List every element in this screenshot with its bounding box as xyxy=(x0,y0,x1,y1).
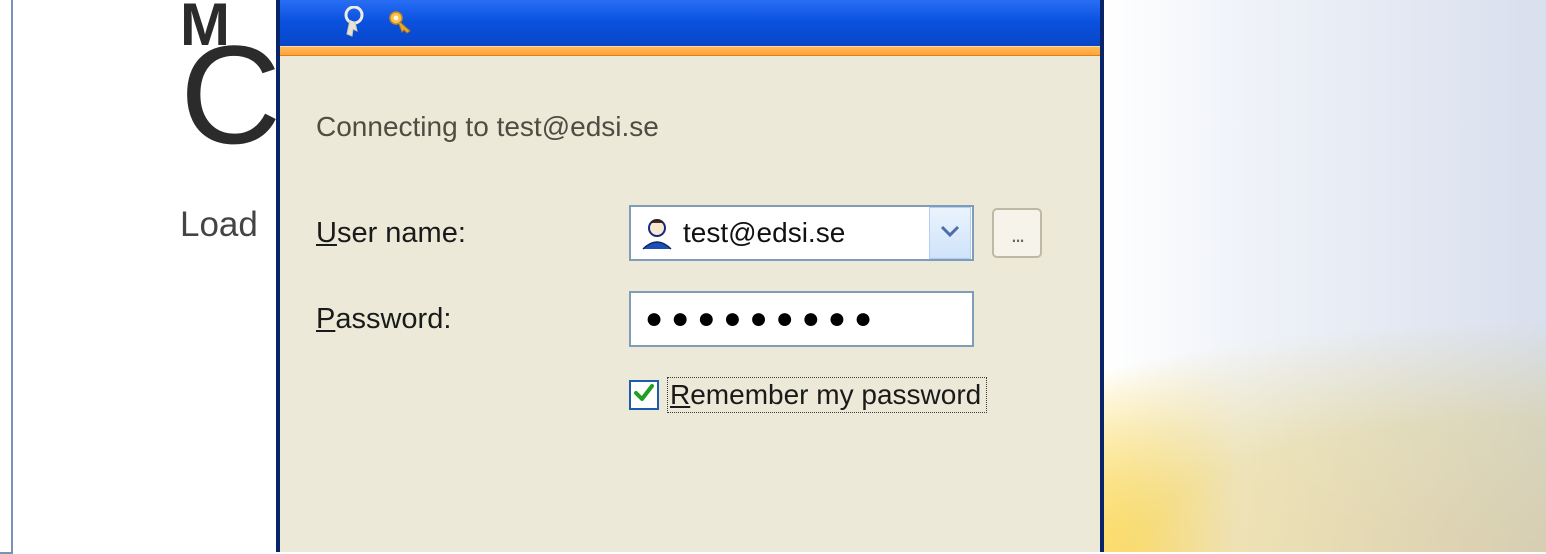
window-left-edge xyxy=(0,0,13,554)
chevron-down-icon xyxy=(940,224,960,242)
password-label: Password: xyxy=(316,303,629,336)
browse-button-label: ... xyxy=(1011,222,1023,248)
splash-text-fragment-c: C xyxy=(180,25,281,165)
user-avatar-icon xyxy=(637,213,677,253)
connecting-target: test@edsi.se xyxy=(497,111,659,142)
username-row: User name: test@edsi.se xyxy=(316,205,1074,261)
key-small-icon xyxy=(388,10,414,34)
dialog-titlebar[interactable] xyxy=(280,0,1100,46)
credentials-dialog: Connecting to test@edsi.se User name: te… xyxy=(276,0,1104,552)
remember-row: Remember my password xyxy=(629,377,1074,413)
username-accesskey: U xyxy=(316,217,337,249)
remember-label[interactable]: Remember my password xyxy=(667,377,987,413)
browse-button[interactable]: ... xyxy=(992,208,1042,258)
splash-loading-text: Load xyxy=(180,205,258,245)
password-row: Password: ●●●●●●●●● xyxy=(316,291,1074,347)
username-combo[interactable]: test@edsi.se xyxy=(629,205,974,261)
remember-checkbox[interactable] xyxy=(629,380,659,410)
username-dropdown-button[interactable] xyxy=(929,207,971,259)
connecting-prefix: Connecting to xyxy=(316,111,497,142)
dialog-accent-strip xyxy=(280,46,1100,56)
password-input[interactable]: ●●●●●●●●● xyxy=(629,291,974,347)
connecting-message: Connecting to test@edsi.se xyxy=(316,111,1074,143)
check-icon xyxy=(632,381,656,410)
password-accesskey: P xyxy=(316,303,335,335)
dialog-body: Connecting to test@edsi.se User name: te… xyxy=(280,56,1100,413)
keys-icon xyxy=(340,6,368,38)
username-value: test@edsi.se xyxy=(677,217,928,249)
remember-accesskey: R xyxy=(670,379,690,410)
username-label: User name: xyxy=(316,217,629,250)
